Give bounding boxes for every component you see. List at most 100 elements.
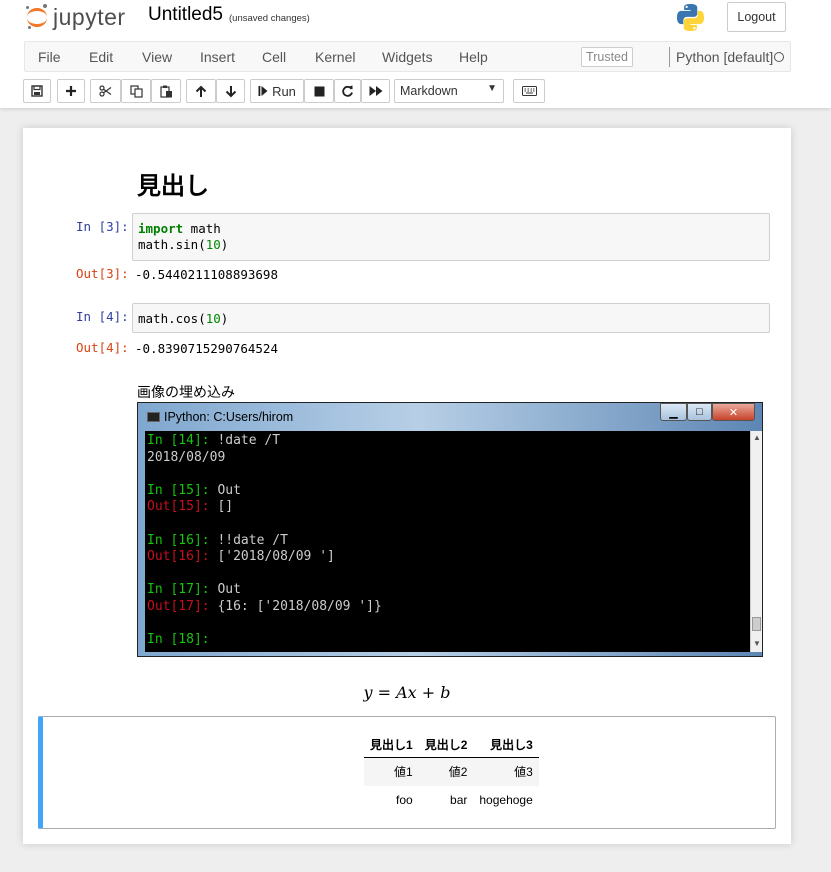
kernel-separator bbox=[669, 47, 670, 67]
image-caption: 画像の埋め込み bbox=[137, 384, 235, 400]
stop-icon bbox=[314, 86, 324, 96]
table-row: foo bar hogehoge bbox=[364, 786, 539, 814]
console-line: In [16]: !!date /T bbox=[147, 533, 748, 550]
console-scrollbar: ▲ ▼ bbox=[750, 431, 762, 652]
code-cell-input[interactable]: import math math.sin(10) bbox=[132, 213, 770, 261]
console-window-icon bbox=[147, 412, 160, 422]
code-number: 10 bbox=[205, 311, 221, 326]
jupyter-logo[interactable]: jupyter bbox=[26, 3, 126, 31]
interrupt-button[interactable] bbox=[304, 79, 334, 103]
python-logo-icon bbox=[676, 3, 705, 32]
cell-type-value: Markdown bbox=[400, 84, 458, 98]
fast-forward-icon bbox=[369, 86, 382, 96]
trusted-indicator[interactable]: Trusted bbox=[581, 47, 633, 67]
restart-run-all-button[interactable] bbox=[361, 79, 390, 103]
menu-cell[interactable]: Cell bbox=[262, 49, 286, 65]
console-text: !!date /T bbox=[217, 532, 288, 548]
menu-widgets[interactable]: Widgets bbox=[382, 49, 433, 65]
kernel-idle-icon bbox=[774, 52, 784, 62]
notebook-name[interactable]: Untitled5 bbox=[148, 4, 223, 26]
restart-kernel-button[interactable] bbox=[334, 79, 361, 103]
paste-icon bbox=[159, 85, 172, 98]
console-line: In [18]: bbox=[147, 632, 748, 649]
move-down-button[interactable] bbox=[216, 79, 245, 103]
menu-view[interactable]: View bbox=[142, 49, 172, 65]
markdown-table: 見出し1 見出し2 見出し3 値1 値2 値3 foo bar hogehoge bbox=[364, 732, 539, 814]
markdown-heading[interactable]: 見出し bbox=[137, 166, 209, 201]
console-prompt: Out[15]: bbox=[147, 499, 218, 515]
run-button[interactable]: Run bbox=[250, 79, 304, 103]
minimize-icon: ▁ bbox=[660, 403, 687, 421]
input-prompt: In [3]: bbox=[76, 219, 129, 234]
caret-down-icon: ▼ bbox=[487, 83, 497, 94]
menu-insert[interactable]: Insert bbox=[200, 49, 235, 65]
table-cell: foo bbox=[396, 792, 413, 807]
console-prompt: In [18]: bbox=[147, 632, 210, 648]
console-text: {16: ['2018/08/09 ']} bbox=[217, 598, 382, 614]
console-prompt: In [14]: bbox=[147, 433, 218, 448]
code-text: ) bbox=[220, 311, 229, 326]
console-prompt: Out[16]: bbox=[147, 549, 218, 565]
console-prompt: Out[17]: bbox=[147, 598, 218, 614]
arrow-down-icon bbox=[225, 85, 236, 97]
console-prompt: In [16]: bbox=[147, 532, 218, 548]
console-line: In [15]: Out bbox=[147, 483, 748, 500]
notebook-container: 見出し In [3]: import math math.sin(10) Out… bbox=[23, 128, 791, 844]
console-title: IPython: C:Users/hirom bbox=[164, 410, 294, 424]
menubar: File Edit View Insert Cell Kernel Widget… bbox=[24, 41, 791, 72]
scroll-up-icon: ▲ bbox=[753, 433, 761, 442]
kernel-name[interactable]: Python [default] bbox=[676, 49, 773, 65]
code-cell-input[interactable]: math.cos(10) bbox=[132, 303, 770, 333]
copy-button[interactable] bbox=[121, 79, 151, 103]
console-screen: In [14]: !date /T 2018/08/09 In [15]: Out O… bbox=[145, 431, 750, 652]
console-text: [] bbox=[217, 499, 234, 515]
cell-output: -0.8390715290764524 bbox=[135, 341, 278, 356]
output-prompt: Out[3]: bbox=[76, 266, 129, 281]
insert-cell-button[interactable] bbox=[57, 79, 85, 103]
copy-icon bbox=[129, 84, 143, 98]
menu-kernel[interactable]: Kernel bbox=[315, 49, 355, 65]
table-cell: hogehoge bbox=[479, 792, 533, 807]
header: jupyter Untitled5 (unsaved changes) Logo… bbox=[0, 0, 831, 108]
embedded-console-image: IPython: C:Users/hirom ▁ □ ✕ In [14]: !d… bbox=[137, 402, 763, 657]
cell-type-select[interactable]: Markdown ▼ bbox=[394, 79, 504, 103]
math-equation: y = Ax + b bbox=[363, 683, 451, 702]
code-text: ) bbox=[220, 237, 229, 252]
logout-button[interactable]: Logout bbox=[727, 2, 786, 32]
move-up-button[interactable] bbox=[186, 79, 216, 103]
table-cell: 値1 bbox=[364, 757, 419, 786]
output-prompt: Out[4]: bbox=[76, 340, 129, 355]
console-line: In [14]: !date /T bbox=[147, 433, 748, 450]
paste-button[interactable] bbox=[151, 79, 181, 103]
code-keyword: import bbox=[138, 221, 184, 236]
scissors-icon bbox=[99, 85, 112, 97]
code-text: math.sin( bbox=[138, 237, 206, 252]
command-palette-button[interactable] bbox=[513, 79, 545, 103]
jupyter-logo-icon bbox=[26, 4, 48, 30]
maximize-icon: □ bbox=[687, 403, 712, 421]
refresh-icon bbox=[342, 85, 353, 97]
arrow-up-icon bbox=[195, 85, 207, 97]
jupyter-brand-text: jupyter bbox=[53, 3, 126, 30]
menu-edit[interactable]: Edit bbox=[89, 49, 113, 65]
save-button[interactable] bbox=[23, 79, 51, 103]
code-text: math bbox=[183, 221, 221, 236]
table-cell: bar bbox=[450, 792, 468, 807]
console-text: 2018/08/09 bbox=[147, 449, 226, 465]
menu-file[interactable]: File bbox=[38, 49, 61, 65]
plus-icon bbox=[66, 86, 76, 96]
code-text: math.cos( bbox=[138, 311, 206, 326]
scroll-down-icon: ▼ bbox=[753, 639, 761, 648]
scroll-thumb bbox=[752, 617, 761, 631]
save-icon bbox=[31, 85, 43, 97]
table-header: 見出し1 bbox=[364, 732, 419, 758]
menu-help[interactable]: Help bbox=[459, 49, 488, 65]
input-prompt: In [4]: bbox=[76, 309, 129, 324]
cut-button[interactable] bbox=[90, 79, 121, 103]
selected-markdown-cell[interactable]: 見出し1 見出し2 見出し3 値1 値2 値3 foo bar hogehoge bbox=[38, 716, 776, 829]
console-prompt: In [15]: bbox=[147, 482, 218, 498]
table-cell: 値2 bbox=[418, 757, 474, 786]
